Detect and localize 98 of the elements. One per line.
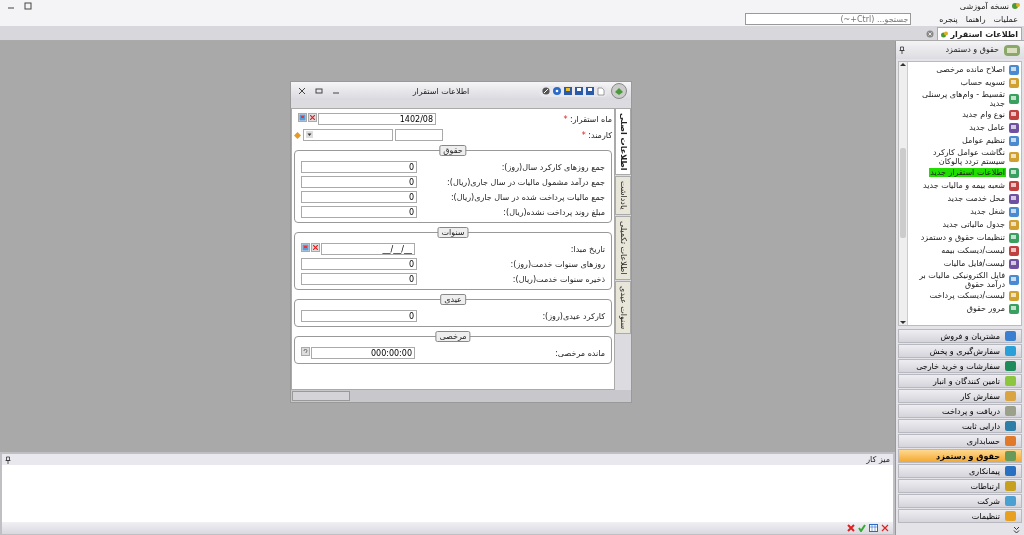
module-button[interactable]: تنظیمات — [898, 509, 1022, 524]
sidebar-item[interactable]: لیست/دیسکت بیمه — [940, 246, 1006, 256]
calendar-button[interactable] — [298, 113, 307, 122]
sidebar-item[interactable]: شعبه بیمه و مالیات جدید — [922, 181, 1006, 191]
menu-item[interactable]: عملیات — [993, 14, 1018, 24]
field-label: مانده مرخصی: — [555, 348, 605, 358]
field-label: کارکرد عیدی(روز): — [542, 311, 605, 321]
clear-button[interactable] — [308, 113, 317, 122]
number-field[interactable]: 0 — [301, 310, 417, 322]
close-icon[interactable] — [881, 524, 889, 532]
module-button[interactable]: ارتباطات — [898, 479, 1022, 494]
field-label: جمع مالیات پرداخت شده در سال جاری(ریال): — [450, 192, 605, 202]
number-field[interactable]: 0 — [301, 258, 417, 270]
number-field[interactable]: 0 — [301, 176, 417, 188]
field-label: کارمند: * — [580, 130, 612, 140]
diamond-icon — [294, 131, 301, 139]
sidebar-item[interactable]: محل خدمت جدید — [946, 194, 1006, 204]
employee-code-field[interactable] — [395, 129, 443, 141]
group-title: مرخصی — [435, 331, 471, 342]
sidebar-title: حقوق و دستمزد — [944, 45, 999, 55]
save-icon[interactable] — [564, 87, 572, 95]
sidebar-item[interactable]: شغل جدید — [969, 207, 1006, 217]
pin-icon[interactable] — [899, 45, 905, 54]
menu-item[interactable]: راهنما — [965, 14, 986, 24]
module-button[interactable]: دریافت و پرداخت — [898, 404, 1022, 419]
month-field[interactable]: 1402/08 — [318, 113, 436, 125]
field-label: ماه استقرار: * — [562, 114, 612, 124]
module-button[interactable]: حسابداری — [898, 434, 1022, 449]
vertical-tab[interactable]: اطلاعات اصلی — [615, 108, 631, 176]
menu-item[interactable]: پنجره — [939, 14, 958, 24]
maximize-icon[interactable] — [312, 87, 326, 95]
panel-title: میز کار — [866, 455, 890, 464]
field-label: جمع درآمد مشمول مالیات در سال جاری(ریال): — [447, 177, 605, 187]
vertical-tab[interactable]: سنوات عیدی — [615, 280, 631, 334]
grid-icon[interactable] — [869, 524, 878, 532]
cancel-icon[interactable] — [847, 524, 855, 532]
module-button[interactable]: سفارشات و خرید خارجی — [898, 359, 1022, 374]
group-title: حقوق — [439, 145, 467, 156]
logo-icon — [941, 30, 949, 38]
sidebar-item[interactable]: مرور حقوق — [965, 304, 1006, 314]
sidebar-item[interactable]: جدول مالیاتی جدید — [941, 220, 1006, 230]
chevron-icon[interactable] — [1013, 526, 1020, 534]
app-logo-icon — [1012, 2, 1020, 10]
restore-icon[interactable] — [21, 2, 35, 10]
group-title: سنوات — [437, 227, 469, 238]
module-button[interactable]: سفارش کار — [898, 389, 1022, 404]
module-button[interactable]: دارایی ثابت — [898, 419, 1022, 434]
sidebar-item[interactable]: فایل الکترونیکی مالیات بر درآمد حقوق — [909, 270, 1006, 289]
group-title: عیدی — [440, 294, 466, 305]
time-field[interactable]: 000:00:00 — [311, 347, 415, 359]
date-field[interactable]: __/__/__ — [321, 243, 415, 255]
sidebar-item[interactable]: نوع وام جدید — [961, 110, 1006, 120]
dialog-logo-icon — [611, 83, 627, 99]
scroll-up-icon[interactable] — [900, 61, 906, 67]
number-field[interactable]: 0 — [301, 191, 417, 203]
field-label: مبلغ روند پرداخت نشده(ریال): — [503, 207, 605, 217]
module-button[interactable]: حقوق و دستمزد — [898, 449, 1022, 464]
field-label: تاریخ مبدا: — [570, 244, 605, 254]
vertical-tab[interactable]: یادداشت — [615, 176, 631, 216]
sidebar-item[interactable]: عامل جدید — [968, 123, 1006, 133]
field-label: ذخیره سنوات خدمت(ریال): — [512, 274, 605, 284]
sidebar-item[interactable]: لیست/دیسکت پرداخت — [928, 291, 1006, 301]
field-label: روزهای سنوات خدمت(روز): — [510, 259, 605, 269]
search-field[interactable]: جستجو... (Ctrl+~) — [745, 13, 912, 25]
scroll-down-icon[interactable] — [900, 320, 906, 326]
sidebar-item[interactable]: تسویه حساب — [959, 78, 1006, 88]
help-icon[interactable] — [301, 347, 310, 356]
module-button[interactable]: سفارش‌گیری و پخش — [898, 344, 1022, 359]
scrollbar[interactable] — [899, 61, 908, 326]
save-icon[interactable] — [586, 87, 594, 95]
sidebar-item[interactable]: نگاشت عوامل کارکرد سیستم تردد پالوکان — [909, 147, 1006, 166]
clear-button[interactable] — [311, 243, 320, 252]
sidebar-item[interactable]: اطلاعات استقرار جدید — [929, 168, 1006, 178]
sidebar-item[interactable]: تنظیمات حقوق و دستمزد — [919, 233, 1006, 243]
number-field[interactable]: 0 — [301, 206, 417, 218]
help-icon[interactable] — [553, 87, 561, 95]
app-title: نسخه آموزشی — [959, 1, 1009, 11]
module-button[interactable]: تامین کنندگان و انبار — [898, 374, 1022, 389]
caret-icon — [306, 131, 313, 138]
number-field[interactable]: 0 — [301, 161, 417, 173]
vertical-tab[interactable]: اطلاعات تکمیلی — [615, 216, 631, 280]
pin-icon[interactable] — [5, 455, 11, 464]
save-icon[interactable] — [575, 87, 583, 95]
check-icon[interactable] — [858, 524, 866, 532]
circle-icon[interactable] — [542, 87, 550, 95]
document-tab[interactable]: اطلاعات استقرار — [937, 27, 1022, 40]
sidebar-item[interactable]: تقسیط - وام‌های پرسنلی جدید — [909, 89, 1006, 108]
number-field[interactable]: 0 — [301, 273, 417, 285]
sidebar-item[interactable]: لیست/فایل مالیات — [942, 259, 1006, 269]
employee-dropdown[interactable] — [303, 129, 393, 141]
field-label: جمع روزهای کارکرد سال(روز): — [501, 162, 605, 172]
dialog-title: اطلاعات استقرار — [411, 86, 471, 96]
module-button[interactable]: شرکت — [898, 494, 1022, 509]
module-button[interactable]: مشتریان و فروش — [898, 329, 1022, 344]
module-button[interactable]: پیمانکاری — [898, 464, 1022, 479]
calendar-button[interactable] — [301, 243, 310, 252]
sidebar-item[interactable]: تنظیم عوامل — [961, 136, 1006, 146]
sidebar-item[interactable]: اصلاح مانده مرخصی — [935, 65, 1006, 75]
